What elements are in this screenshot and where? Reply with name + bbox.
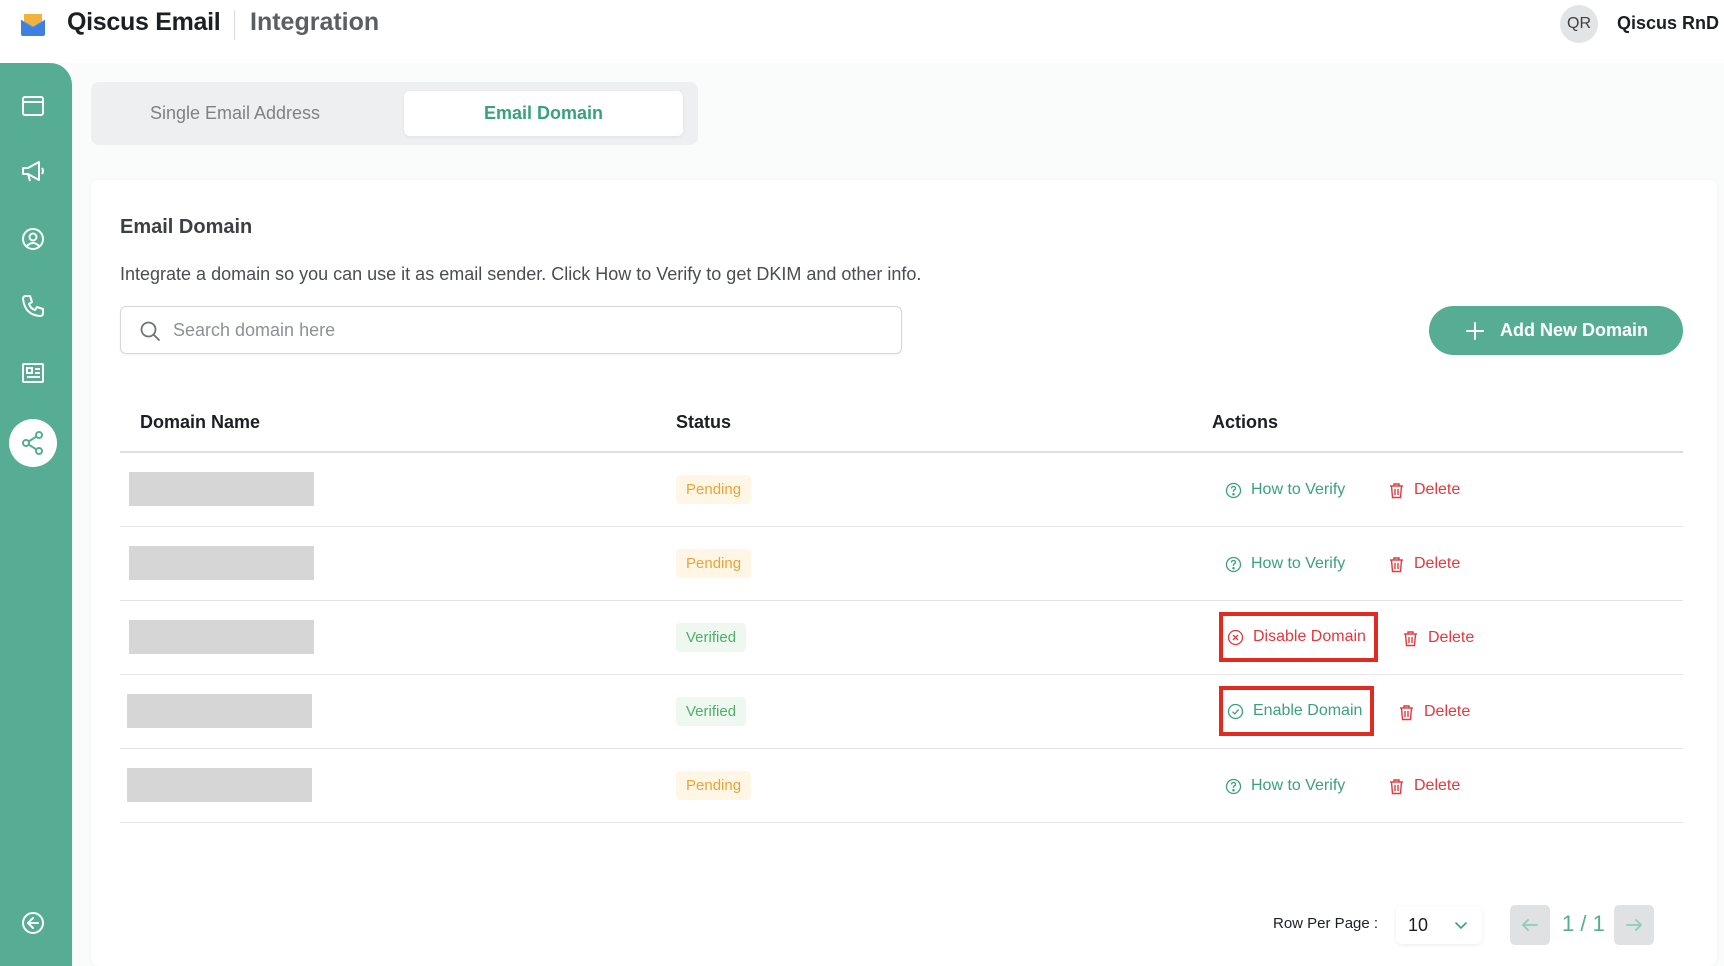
delete-button[interactable]: Delete	[1402, 620, 1474, 656]
how-to-verify-label: How to Verify	[1251, 481, 1346, 498]
user-name[interactable]: Qiscus RnD	[1617, 13, 1719, 34]
next-page-button[interactable]	[1614, 905, 1654, 945]
tab-bar: Single Email Address Email Domain	[91, 82, 698, 145]
domain-name-redacted	[127, 768, 312, 802]
enable-domain-button[interactable]: Enable Domain	[1219, 686, 1375, 736]
sidebar-item-inbox[interactable]	[14, 87, 52, 125]
table-row: Pending How to Verify Delete	[120, 527, 1683, 601]
sidebar	[0, 63, 72, 966]
sidebar-item-contacts[interactable]	[14, 220, 52, 258]
search-box	[120, 306, 902, 354]
disable-domain-button[interactable]: Disable Domain	[1219, 612, 1378, 662]
top-header: Qiscus Email Integration QR Qiscus RnD	[0, 0, 1724, 63]
search-input[interactable]	[173, 307, 883, 353]
table-row: Verified Disable Domain Delete	[120, 601, 1683, 675]
rows-per-page-value: 10	[1408, 914, 1429, 935]
table-row: Pending How to Verify Delete	[120, 749, 1683, 823]
newspaper-icon	[22, 363, 44, 383]
sidebar-item-calls[interactable]	[14, 287, 52, 325]
how-to-verify-button[interactable]: How to Verify	[1225, 546, 1345, 582]
status-badge: Pending	[676, 771, 752, 800]
domain-name-redacted	[129, 546, 314, 580]
megaphone-icon	[22, 161, 44, 182]
page-title: Integration	[250, 8, 380, 36]
column-header-status: Status	[676, 412, 732, 432]
collapse-arrow-icon	[22, 912, 44, 934]
add-new-domain-button[interactable]: Add New Domain	[1429, 306, 1683, 355]
chevron-down-icon	[1455, 922, 1467, 930]
status-badge: Verified	[676, 697, 747, 726]
add-new-domain-label: Add New Domain	[1499, 320, 1648, 340]
delete-button[interactable]: Delete	[1398, 694, 1470, 730]
sidebar-item-integration[interactable]	[9, 419, 57, 467]
delete-label: Delete	[1414, 481, 1461, 498]
delete-button[interactable]: Delete	[1388, 472, 1460, 508]
how-to-verify-button[interactable]: How to Verify	[1225, 472, 1345, 508]
avatar[interactable]: QR	[1560, 5, 1598, 43]
domain-name-redacted	[127, 694, 312, 728]
rows-per-page-label: Row Per Page :	[1273, 915, 1379, 932]
previous-page-button[interactable]	[1510, 905, 1550, 945]
question-circle-icon	[1225, 482, 1242, 498]
column-header-actions: Actions	[1212, 412, 1279, 432]
status-badge: Pending	[676, 475, 752, 504]
browser-window-icon	[22, 96, 44, 116]
trash-icon	[1390, 778, 1403, 794]
delete-button[interactable]: Delete	[1388, 768, 1460, 804]
how-to-verify-button[interactable]: How to Verify	[1225, 768, 1345, 804]
section-title: Email Domain	[120, 216, 253, 238]
phone-icon	[22, 295, 44, 317]
delete-label: Delete	[1424, 703, 1471, 720]
user-circle-icon	[22, 228, 44, 250]
how-to-verify-label: How to Verify	[1251, 555, 1346, 572]
tab-email-domain[interactable]: Email Domain	[404, 91, 683, 136]
domain-name-redacted	[129, 620, 314, 654]
column-header-domain-name: Domain Name	[140, 412, 261, 432]
arrow-right-icon	[1626, 919, 1642, 931]
question-circle-icon	[1225, 556, 1242, 572]
plus-icon	[1465, 321, 1484, 340]
sidebar-collapse-button[interactable]	[14, 904, 52, 942]
check-circle-icon	[1227, 703, 1244, 719]
delete-label: Delete	[1414, 555, 1461, 572]
qiscus-email-logo-icon	[20, 14, 46, 36]
search-icon	[140, 321, 160, 341]
disable-domain-label: Disable Domain	[1253, 628, 1366, 645]
table-row: Verified Enable Domain Delete	[120, 675, 1683, 749]
tab-single-email-address[interactable]: Single Email Address	[100, 91, 370, 136]
delete-label: Delete	[1428, 629, 1475, 646]
enable-domain-label: Enable Domain	[1253, 702, 1363, 719]
header-divider	[234, 10, 235, 40]
sidebar-item-reports[interactable]	[14, 354, 52, 392]
delete-button[interactable]: Delete	[1388, 546, 1460, 582]
section-description: Integrate a domain so you can use it as …	[120, 264, 922, 284]
how-to-verify-label: How to Verify	[1251, 777, 1346, 794]
sidebar-item-broadcast[interactable]	[14, 152, 52, 190]
status-badge: Pending	[676, 549, 752, 578]
trash-icon	[1390, 482, 1403, 498]
x-circle-icon	[1227, 629, 1244, 645]
trash-icon	[1390, 556, 1403, 572]
share-nodes-icon	[22, 431, 43, 455]
trash-icon	[1400, 704, 1413, 720]
table-row: Pending How to Verify Delete	[120, 453, 1683, 527]
question-circle-icon	[1225, 778, 1242, 794]
domain-name-redacted	[129, 472, 314, 506]
rows-per-page-select[interactable]: 10	[1396, 906, 1482, 944]
page-indicator: 1 / 1	[1562, 911, 1605, 936]
brand-name: Qiscus Email	[67, 8, 221, 36]
delete-label: Delete	[1414, 777, 1461, 794]
arrow-left-icon	[1522, 919, 1538, 931]
trash-icon	[1404, 630, 1417, 646]
status-badge: Verified	[676, 623, 747, 652]
